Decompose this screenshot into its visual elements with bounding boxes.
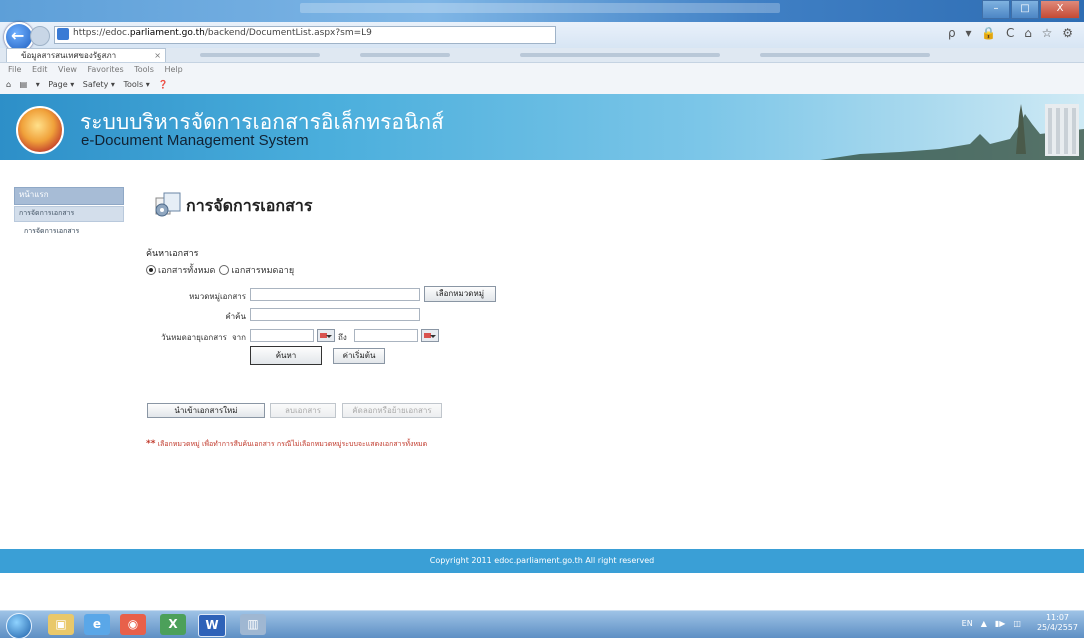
tab-close-icon[interactable]: ×: [154, 49, 161, 62]
reset-button[interactable]: ค่าเริ่มต้น: [333, 348, 385, 364]
radio-all-label: เอกสารทั้งหมด: [158, 266, 216, 276]
print-icon[interactable]: ▾: [36, 80, 40, 89]
excel-icon[interactable]: X: [160, 614, 186, 635]
sidebar-item-home[interactable]: หน้าแรก: [14, 187, 124, 205]
calendar-from-icon[interactable]: [317, 329, 335, 342]
start-button[interactable]: [6, 613, 32, 639]
internet-explorer-icon[interactable]: e: [84, 614, 110, 635]
tools-menu[interactable]: Tools ▾: [123, 80, 149, 89]
address-url: https://edoc.parliament.go.th/backend/Do…: [73, 28, 372, 38]
document-filter-radios: เอกสารทั้งหมด เอกสารหมดอายุ: [146, 263, 294, 277]
clock[interactable]: 11:07 25/4/2557: [1029, 613, 1078, 633]
page-title: การจัดการเอกสาร: [186, 196, 313, 215]
sidebar: หน้าแรก การจัดการเอกสาร การจัดการเอกสาร: [14, 187, 124, 237]
documents-icon: [155, 192, 181, 217]
address-input[interactable]: https://edoc.parliament.go.th/backend/Do…: [54, 26, 556, 44]
tray-expand-icon[interactable]: ▲: [981, 619, 987, 628]
home-icon[interactable]: ⌂: [6, 80, 11, 89]
word-icon[interactable]: W: [198, 614, 226, 637]
category-input[interactable]: [250, 288, 420, 301]
radio-expired-documents[interactable]: [219, 265, 230, 275]
tab-active[interactable]: ข้อมูลสารสนเทศของรัฐสภา ×: [6, 48, 166, 62]
window-controls: – □ X: [981, 0, 1080, 19]
site-icon: [57, 28, 69, 40]
language-indicator[interactable]: EN: [962, 619, 973, 628]
search-note: ** เลือกหมวดหมู่ เพื่อทำการสืบค้นเอกสาร …: [146, 439, 428, 449]
document-viewer-icon[interactable]: ▥: [240, 614, 266, 635]
date-to-input[interactable]: [354, 329, 418, 342]
maximize-button[interactable]: □: [1011, 0, 1039, 19]
menu-help[interactable]: Help: [164, 65, 182, 74]
import-document-button[interactable]: นำเข้าเอกสารใหม่: [147, 403, 265, 418]
site-subtitle: e-Document Management System: [81, 132, 309, 149]
from-label: จาก: [231, 333, 246, 342]
forward-button[interactable]: [30, 26, 50, 46]
radio-expired-label: เอกสารหมดอายุ: [231, 266, 295, 276]
to-label: ถึง: [338, 333, 347, 342]
file-explorer-icon[interactable]: ▣: [48, 614, 74, 635]
close-button[interactable]: X: [1040, 0, 1080, 19]
search-heading: ค้นหาเอกสาร: [146, 249, 199, 259]
footer-copyright: Copyright 2011 edoc.parliament.go.th All…: [0, 549, 1084, 573]
safety-menu[interactable]: Safety ▾: [83, 80, 115, 89]
feeds-icon[interactable]: ▤: [20, 80, 28, 89]
category-label: หมวดหมู่เอกสาร: [189, 292, 246, 301]
menu-file[interactable]: File: [8, 65, 21, 74]
tab-label: ข้อมูลสารสนเทศของรัฐสภา: [21, 51, 117, 60]
window-titlebar: – □ X: [0, 0, 1084, 22]
radio-all-documents[interactable]: [146, 265, 156, 275]
tab-placeholder: [200, 53, 320, 57]
search-button[interactable]: ค้นหา: [250, 346, 322, 365]
menu-view[interactable]: View: [58, 65, 77, 74]
menu-favorites[interactable]: Favorites: [88, 65, 124, 74]
address-toolbar-icons[interactable]: ρ ▾ 🔒 C ⌂ ☆ ⚙: [948, 26, 1076, 40]
window-title: [300, 3, 780, 13]
tab-placeholder: [760, 53, 930, 57]
network-icon[interactable]: ▮▶: [995, 619, 1006, 628]
expiry-label: วันหมดอายุเอกสาร จาก: [161, 333, 246, 342]
sidebar-section-documents[interactable]: การจัดการเอกสาร: [14, 206, 124, 222]
volume-icon[interactable]: ◫: [1013, 619, 1021, 628]
parliament-building-image: [820, 104, 1084, 160]
keyword-input[interactable]: [250, 308, 420, 321]
copy-move-document-button[interactable]: คัดลอกหรือย้ายเอกสาร: [342, 403, 442, 418]
page-menu[interactable]: Page ▾: [48, 80, 74, 89]
command-bar: ⌂ ▤ ▾ Page ▾ Safety ▾ Tools ▾ ❓: [0, 76, 1084, 95]
help-icon[interactable]: ❓: [158, 80, 168, 89]
taskbar: ▣ e ◉ X W ▥ EN ▲ ▮▶ ◫ 11:07 25/4/2557: [0, 610, 1084, 639]
menu-bar: File Edit View Favorites Tools Help: [0, 63, 1084, 76]
tab-strip: ข้อมูลสารสนเทศของรัฐสภา ×: [0, 48, 1084, 63]
menu-tools[interactable]: Tools: [134, 65, 154, 74]
choose-category-button[interactable]: เลือกหมวดหมู่: [424, 286, 496, 302]
tab-placeholder: [520, 53, 720, 57]
delete-document-button[interactable]: ลบเอกสาร: [270, 403, 336, 418]
parliament-logo: [16, 106, 64, 154]
calendar-to-icon[interactable]: [421, 329, 439, 342]
back-arrow-icon: ←: [11, 26, 25, 45]
date-from-input[interactable]: [250, 329, 314, 342]
keyword-label: คำค้น: [225, 312, 246, 321]
site-header: ระบบบริหารจัดการเอกสารอิเล็กทรอนิกส์ e-D…: [0, 94, 1084, 160]
menu-edit[interactable]: Edit: [32, 65, 48, 74]
minimize-button[interactable]: –: [982, 0, 1010, 19]
tab-placeholder: [360, 53, 450, 57]
chrome-icon[interactable]: ◉: [120, 614, 146, 635]
sidebar-item-document-management[interactable]: การจัดการเอกสาร: [14, 226, 124, 237]
system-tray: EN ▲ ▮▶ ◫ 11:07 25/4/2557: [954, 613, 1078, 633]
address-bar-row: ← https://edoc.parliament.go.th/backend/…: [0, 22, 1084, 52]
